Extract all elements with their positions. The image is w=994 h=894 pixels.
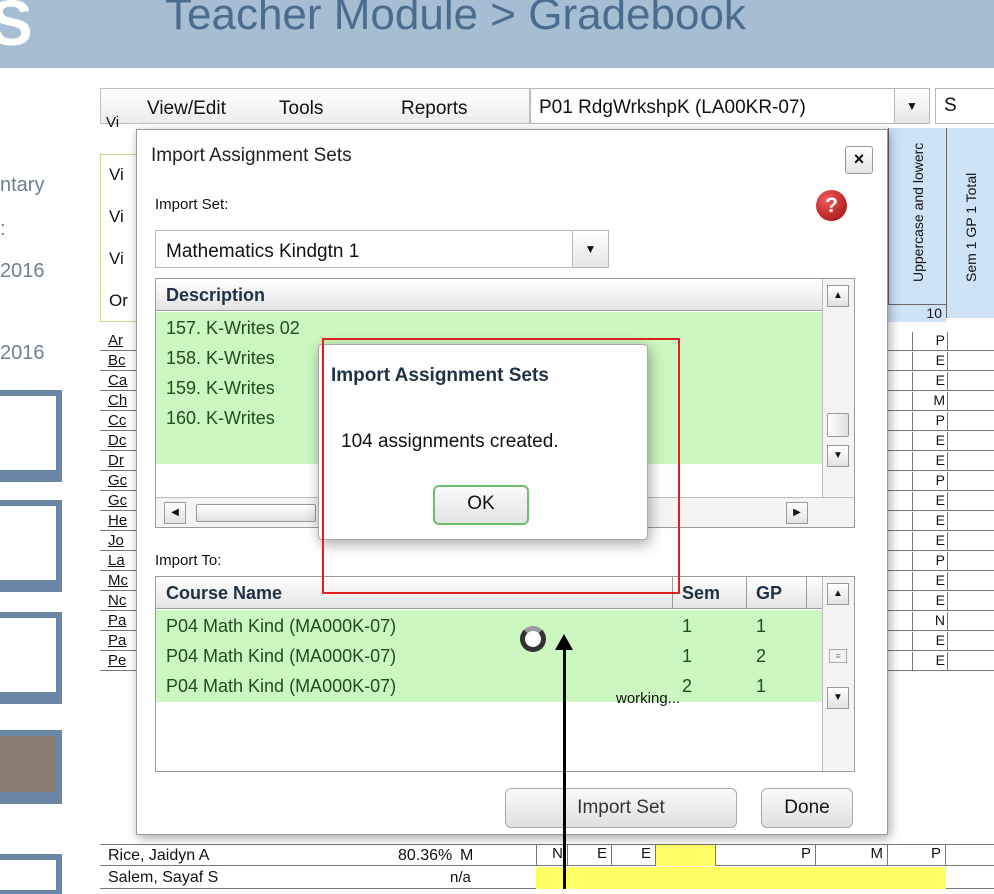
menu-view-edit[interactable]: View/Edit bbox=[147, 98, 226, 120]
sidebar-card[interactable] bbox=[0, 854, 62, 894]
import-set-button[interactable]: Import Set bbox=[505, 788, 737, 828]
arrow-up-icon bbox=[555, 634, 573, 650]
course-row[interactable]: P04 Math Kind (MA000K-07) 2 1 bbox=[156, 670, 822, 702]
scroll-down-icon[interactable]: ▼ bbox=[827, 445, 849, 467]
scroll-up-icon[interactable]: ▲ bbox=[827, 583, 849, 605]
description-header[interactable]: Description bbox=[156, 279, 822, 311]
student-average: n/a bbox=[450, 869, 471, 886]
score-cell[interactable]: M bbox=[816, 845, 888, 866]
behind-label: Vi bbox=[106, 114, 120, 131]
scroll-right-icon[interactable]: ▶ bbox=[786, 502, 808, 524]
table-row-salem[interactable]: Salem, Sayaf S n/a bbox=[100, 867, 994, 889]
column-header-uppercase[interactable]: Uppercase and lowerc bbox=[888, 128, 946, 318]
menu-tools[interactable]: Tools bbox=[279, 98, 323, 120]
loading-spinner-icon bbox=[520, 626, 546, 652]
student-grade: M bbox=[460, 847, 474, 864]
student-name[interactable]: Rice, Jaidyn A bbox=[108, 847, 209, 865]
logo: S bbox=[0, 0, 33, 59]
sem-header[interactable]: Sem bbox=[682, 583, 720, 604]
sidebar-card[interactable] bbox=[0, 500, 62, 592]
menu-reports[interactable]: Reports bbox=[401, 98, 468, 120]
page-header: S Teacher Module > Gradebook bbox=[0, 0, 994, 68]
annotation-arrow bbox=[563, 646, 566, 889]
column-header-sem1-gp1[interactable]: Sem 1 GP 1 Total bbox=[946, 128, 994, 318]
sidebar-text: ntary bbox=[0, 174, 45, 196]
help-icon[interactable]: ? bbox=[816, 190, 847, 221]
sidebar-card[interactable] bbox=[0, 390, 62, 482]
scroll-thumb[interactable] bbox=[827, 413, 849, 437]
score-cell[interactable]: E bbox=[568, 845, 612, 866]
score-cell[interactable]: P bbox=[888, 845, 946, 866]
class-select-value: P01 RdgWrkshpK (LA00KR-07) bbox=[539, 97, 806, 118]
score-cell[interactable]: P bbox=[716, 845, 816, 866]
secondary-select[interactable]: S bbox=[935, 88, 994, 124]
score-cell[interactable]: E bbox=[612, 845, 656, 866]
class-select[interactable]: P01 RdgWrkshpK (LA00KR-07) ▼ bbox=[530, 88, 930, 124]
left-sidebar: ntary : 2016 2016 bbox=[0, 68, 93, 894]
scroll-left-icon[interactable]: ◀ bbox=[164, 502, 186, 524]
course-row[interactable]: P04 Math Kind (MA000K-07) 1 1 bbox=[156, 610, 822, 640]
gp-header[interactable]: GP bbox=[756, 583, 782, 604]
table-row-rice[interactable]: Rice, Jaidyn A 80.36% M N E E P M P bbox=[100, 844, 994, 866]
score-cell[interactable] bbox=[656, 845, 716, 866]
sidebar-text: 2016 bbox=[0, 342, 45, 364]
scroll-thumb[interactable] bbox=[196, 504, 316, 522]
course-row[interactable]: P04 Math Kind (MA000K-07) 1 2 bbox=[156, 640, 822, 670]
chevron-down-icon[interactable]: ▼ bbox=[894, 88, 930, 124]
view-options-box: Vi Vi Vi Or bbox=[100, 154, 140, 322]
import-set-select[interactable]: Mathematics Kindgtn 1 ▼ bbox=[155, 230, 609, 268]
import-set-label: Import Set: bbox=[155, 196, 229, 213]
highlight-box bbox=[322, 338, 680, 594]
sidebar-text: 2016 bbox=[0, 260, 45, 282]
vertical-scrollbar[interactable]: ▲ ▼ bbox=[822, 279, 854, 497]
sidebar-photo[interactable] bbox=[0, 730, 62, 804]
vertical-scrollbar[interactable]: ▲ ≡ ▼ bbox=[822, 577, 854, 771]
import-set-value: Mathematics Kindgtn 1 bbox=[166, 241, 360, 262]
scroll-grip-icon[interactable]: ≡ bbox=[829, 649, 847, 663]
import-to-label: Import To: bbox=[155, 552, 222, 569]
dialog-title: Import Assignment Sets bbox=[151, 145, 352, 166]
scroll-down-icon[interactable]: ▼ bbox=[827, 687, 849, 709]
course-list: Course Name Sem GP P04 Math Kind (MA000K… bbox=[155, 576, 855, 772]
menu-bar: View/Edit Tools Reports bbox=[100, 88, 530, 124]
done-button[interactable]: Done bbox=[761, 788, 853, 828]
student-name[interactable]: Salem, Sayaf S bbox=[108, 869, 218, 887]
working-status: working... bbox=[616, 690, 681, 707]
chevron-down-icon[interactable]: ▼ bbox=[572, 231, 608, 267]
sidebar-card[interactable] bbox=[0, 612, 62, 704]
page-title: Teacher Module > Gradebook bbox=[165, 0, 746, 39]
sidebar-text: : bbox=[0, 218, 6, 240]
score-cells[interactable] bbox=[536, 867, 946, 889]
close-icon[interactable]: × bbox=[845, 146, 873, 174]
student-average: 80.36% bbox=[398, 847, 453, 864]
scroll-up-icon[interactable]: ▲ bbox=[827, 285, 849, 307]
course-name-header[interactable]: Course Name bbox=[166, 583, 282, 604]
points-possible: 10 bbox=[888, 304, 946, 322]
